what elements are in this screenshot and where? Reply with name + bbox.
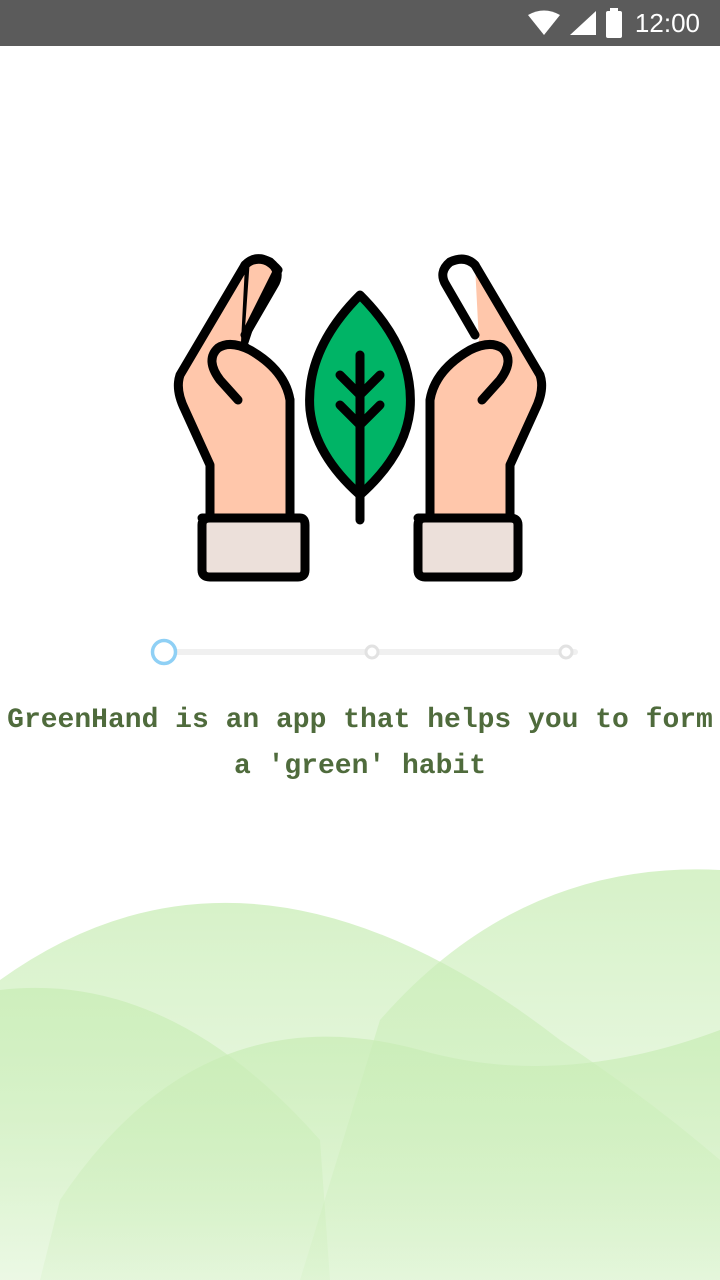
green-hills-decoration [0, 869, 720, 1280]
leaf [305, 290, 415, 525]
right-hand [413, 254, 547, 582]
hands-holding-leaf-icon [173, 254, 547, 582]
cellular-signal-icon [569, 11, 596, 35]
status-bar: 12:00 [0, 0, 720, 46]
step-dot-3[interactable] [558, 644, 574, 660]
step-dot-2[interactable] [364, 644, 380, 660]
onboarding-stepper [150, 638, 578, 666]
left-hand [173, 254, 310, 582]
onboarding-tagline: GreenHand is an app that helps you to fo… [7, 705, 713, 782]
status-time: 12:00 [634, 7, 700, 38]
step-dot-1[interactable] [150, 638, 178, 666]
battery-icon [605, 8, 622, 38]
wifi-icon [527, 10, 560, 35]
status-icons: 12:00 [527, 0, 700, 46]
